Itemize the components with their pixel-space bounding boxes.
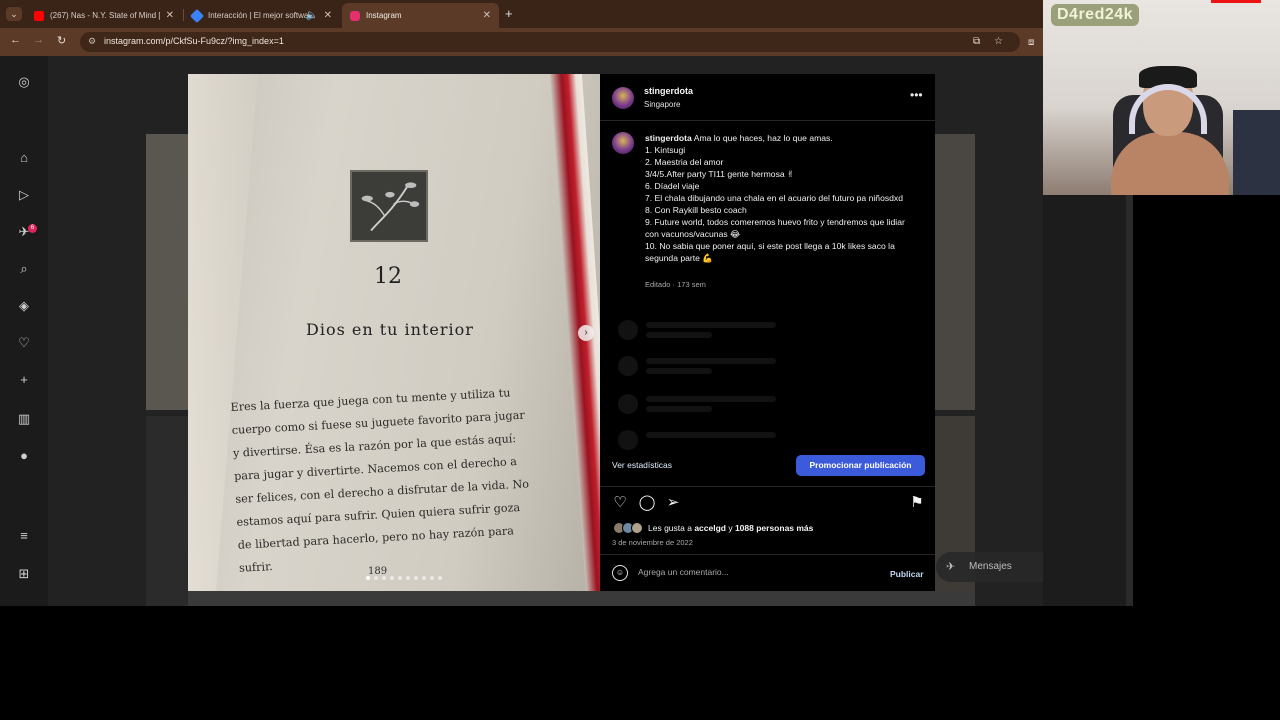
reels-icon[interactable]: ▷ <box>16 187 32 203</box>
caption-line: 7. El chala dibujando una chala en el ac… <box>645 193 903 203</box>
url-text[interactable]: instagram.com/p/CkfSu-Fu9cz/?img_index=1 <box>104 36 284 46</box>
chapter-title: Dios en tu interior <box>306 320 474 339</box>
post-location[interactable]: Singapore <box>644 100 680 109</box>
forward-icon[interactable]: → <box>33 34 44 46</box>
carousel-dot <box>414 576 418 580</box>
liker-username[interactable]: accelgd <box>694 523 726 533</box>
menu-icon[interactable]: ≡ <box>16 528 32 544</box>
carousel-indicator <box>366 576 442 580</box>
comment-bubble-icon[interactable]: ◯ <box>638 494 656 512</box>
carousel-dot <box>422 576 426 580</box>
tab-title: Instagram <box>366 11 402 20</box>
mute-icon[interactable]: 🔈 <box>306 10 318 21</box>
publish-comment-button[interactable]: Publicar <box>890 569 924 579</box>
carousel-dot <box>430 576 434 580</box>
post-side-panel: stingerdota Singapore ••• stingerdota Am… <box>600 74 935 591</box>
tab-bar: ⌄ (267) Nas - N.Y. State of Mind [ ✕ Int… <box>0 0 1043 28</box>
carousel-dot <box>390 576 394 580</box>
notification-badge: 6 <box>28 224 37 233</box>
home-icon[interactable]: ⌂ <box>16 150 32 166</box>
heart-icon[interactable]: ♡ <box>16 335 32 351</box>
carousel-dot <box>438 576 442 580</box>
likes-count[interactable]: 1088 personas más <box>735 523 813 533</box>
new-tab-button[interactable]: + <box>505 6 513 21</box>
messages-floating-button[interactable]: ✈ Mensajes <box>936 552 1043 582</box>
close-tab-icon[interactable]: ✕ <box>324 10 332 21</box>
caption-line: 3/4/5.After party TI11 gente hermosa ✌ <box>645 169 795 179</box>
promote-post-button[interactable]: Promocionar publicación <box>796 455 925 476</box>
youtube-icon <box>34 10 44 21</box>
messages-label: Mensajes <box>969 561 1012 572</box>
dashboard-icon[interactable]: ▥ <box>16 411 32 427</box>
instagram-sidebar: ◎ ⌂ ▷ ✈ 6 ⌕ ◈ ♡ + ▥ ● ≡ ⊞ <box>0 56 48 606</box>
chapter-body-text: Eres la fuerza que juega con tu mente y … <box>230 386 530 575</box>
diamond-icon <box>189 8 205 23</box>
post-caption: stingerdota Ama lo que haces, haz lo que… <box>645 132 920 264</box>
site-info-icon[interactable]: ⚙ <box>88 36 96 47</box>
caption-username[interactable]: stingerdota <box>645 133 692 143</box>
also-from-meta-icon[interactable]: ⊞ <box>16 566 32 582</box>
caption-line: 2. Maestria del amor <box>645 157 724 167</box>
profile-avatar-icon[interactable]: ● <box>16 448 32 464</box>
back-icon[interactable]: ← <box>10 34 21 46</box>
carousel-dot <box>398 576 402 580</box>
tree-illustration <box>350 170 428 242</box>
carousel-dot <box>366 576 370 580</box>
reload-icon[interactable]: ↻ <box>57 34 66 47</box>
address-bar[interactable]: ⚙ instagram.com/p/CkfSu-Fu9cz/?img_index… <box>80 32 1020 52</box>
tab-youtube[interactable]: (267) Nas - N.Y. State of Mind [ ✕ <box>26 3 182 28</box>
instagram-logo-icon[interactable]: ◎ <box>16 74 32 90</box>
more-options-icon[interactable]: ••• <box>910 88 923 102</box>
scrollbar[interactable] <box>1126 195 1133 606</box>
share-icon[interactable]: ➢ <box>664 494 682 512</box>
save-bookmark-icon[interactable]: ⚑ <box>908 494 926 512</box>
bookmark-star-icon[interactable]: ☆ <box>994 36 1003 47</box>
caption-line: 10. No sabia que poner aquí, si este pos… <box>645 241 895 263</box>
webcam-overlay: D4red24k <box>1043 0 1280 195</box>
view-insights-link[interactable]: Ver estadísticas <box>612 460 672 470</box>
edited-timestamp: Editado · 173 sem <box>645 280 706 289</box>
create-icon[interactable]: + <box>16 372 32 388</box>
tab-interaccion[interactable]: Interacción | El mejor softwa 🔈 ✕ <box>184 3 340 28</box>
likers-avatars[interactable] <box>613 522 645 534</box>
tab-title: Interacción | El mejor softwa <box>208 11 309 20</box>
install-app-icon[interactable]: ⧉ <box>973 36 980 47</box>
caption-line: 8. Con Raykill besto coach <box>645 205 747 215</box>
streamer-tag: D4red24k <box>1051 4 1140 26</box>
post-date[interactable]: 3 de noviembre de 2022 <box>612 538 693 547</box>
post-image[interactable]: 12 Dios en tu interior Eres la fuerza qu… <box>188 74 600 591</box>
instagram-icon <box>350 10 360 21</box>
close-tab-icon[interactable]: ✕ <box>166 10 174 21</box>
avatar[interactable] <box>612 132 634 154</box>
caption-line: 6. Díadel viaje <box>645 181 700 191</box>
caption-intro: Ama lo que haces, haz lo que amas. <box>693 133 833 143</box>
extensions-icon[interactable]: ⧈ <box>1028 37 1034 48</box>
tab-title: (267) Nas - N.Y. State of Mind [ <box>50 11 160 20</box>
like-heart-icon[interactable]: ♡ <box>611 494 629 512</box>
headphones <box>1129 84 1207 134</box>
emoji-icon[interactable]: ☺ <box>612 565 628 581</box>
carousel-dot <box>406 576 410 580</box>
carousel-dot <box>374 576 378 580</box>
close-tab-icon[interactable]: ✕ <box>483 10 491 21</box>
tab-search-dropdown[interactable]: ⌄ <box>6 7 22 21</box>
comment-input[interactable] <box>638 567 868 577</box>
tab-instagram[interactable]: Instagram ✕ <box>342 3 499 28</box>
chapter-number: 12 <box>374 264 402 289</box>
search-icon[interactable]: ⌕ <box>16 261 32 277</box>
explore-icon[interactable]: ◈ <box>16 298 32 314</box>
caption-line: 1. Kintsugi <box>645 145 686 155</box>
avatar[interactable] <box>612 87 634 109</box>
carousel-dot <box>382 576 386 580</box>
post-author-username[interactable]: stingerdota <box>644 86 693 96</box>
send-icon: ✈ <box>946 561 956 573</box>
page-right-area <box>1043 195 1133 606</box>
browser-toolbar: ← → ↻ ⚙ instagram.com/p/CkfSu-Fu9cz/?img… <box>0 28 1043 56</box>
caption-line: 9. Future world, todos comeremos huevo f… <box>645 217 905 239</box>
next-image-button[interactable]: › <box>578 325 594 341</box>
browser-window: ⌄ (267) Nas - N.Y. State of Mind [ ✕ Int… <box>0 0 1043 606</box>
likes-summary[interactable]: Les gusta a accelgd y 1088 personas más <box>648 523 813 533</box>
